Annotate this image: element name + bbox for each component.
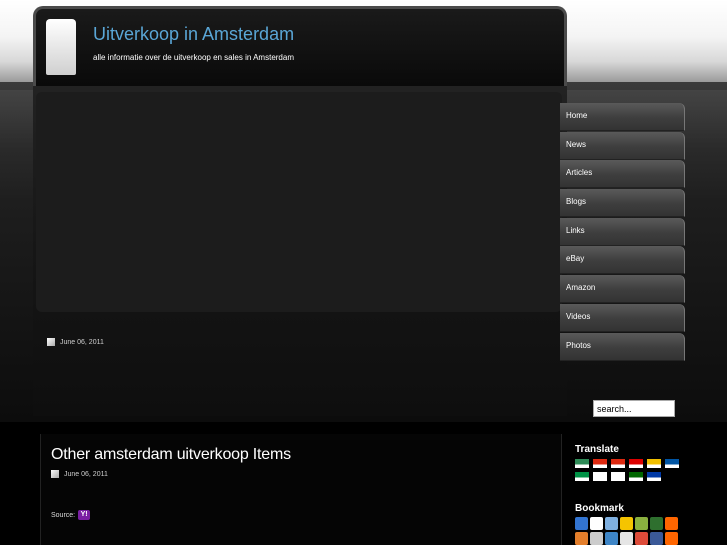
italian-flag[interactable] bbox=[575, 472, 589, 481]
calendar-icon bbox=[51, 470, 59, 478]
blinklist-icon[interactable] bbox=[605, 532, 618, 545]
search-input[interactable] bbox=[593, 400, 675, 417]
post-date: June 06, 2011 bbox=[51, 470, 108, 478]
nav-item-amazon[interactable]: Amazon bbox=[560, 275, 685, 304]
japanese-flag[interactable] bbox=[593, 472, 607, 481]
wikio-icon[interactable] bbox=[620, 517, 633, 530]
magnolia-icon[interactable] bbox=[665, 532, 678, 545]
featured-date-text: June 06, 2011 bbox=[60, 338, 104, 346]
spurl-icon[interactable] bbox=[620, 532, 633, 545]
chinese-traditional-flag[interactable] bbox=[611, 459, 625, 468]
site-description: alle informatie over de uitverkoop en sa… bbox=[93, 53, 294, 62]
portuguese-flag[interactable] bbox=[629, 472, 643, 481]
nav-item-videos[interactable]: Videos bbox=[560, 303, 685, 332]
bookmark-icons bbox=[575, 517, 690, 545]
digg-icon[interactable] bbox=[590, 517, 603, 530]
google-icon[interactable] bbox=[635, 532, 648, 545]
post-title[interactable]: Other amsterdam uitverkoop Items bbox=[51, 446, 291, 464]
facebook-icon[interactable] bbox=[650, 532, 663, 545]
nav-item-home[interactable]: Home bbox=[560, 103, 685, 131]
french-flag[interactable] bbox=[665, 459, 679, 468]
furl-icon[interactable] bbox=[590, 532, 603, 545]
spanish-flag[interactable] bbox=[647, 459, 661, 468]
arabic-flag[interactable] bbox=[575, 459, 589, 468]
korean-flag[interactable] bbox=[611, 472, 625, 481]
nav-item-photos[interactable]: Photos bbox=[560, 332, 685, 361]
nav-item-articles[interactable]: Articles bbox=[560, 160, 685, 189]
nav-item-ebay[interactable]: eBay bbox=[560, 246, 685, 275]
nav-item-links[interactable]: Links bbox=[560, 217, 685, 246]
calendar-icon bbox=[47, 338, 55, 346]
delicious-icon[interactable] bbox=[575, 517, 588, 530]
russian-flag[interactable] bbox=[647, 472, 661, 481]
nav-item-blogs[interactable]: Blogs bbox=[560, 189, 685, 218]
logo-placeholder bbox=[46, 19, 76, 75]
featured-date: June 06, 2011 bbox=[47, 338, 104, 346]
featured-content-area bbox=[36, 92, 562, 312]
chinese-flag[interactable] bbox=[593, 459, 607, 468]
bookmark-heading: Bookmark bbox=[575, 503, 624, 514]
blogmarks-icon[interactable] bbox=[605, 517, 618, 530]
source-label: Source: bbox=[51, 511, 76, 519]
site-title[interactable]: Uitverkoop in Amsterdam bbox=[93, 24, 294, 45]
main-navigation: Home News Articles Blogs Links eBay Amaz… bbox=[560, 103, 685, 361]
stumble-icon[interactable] bbox=[635, 517, 648, 530]
site-header: Uitverkoop in Amsterdam alle informatie … bbox=[33, 6, 567, 86]
post-date-text: June 06, 2011 bbox=[64, 470, 108, 478]
yahoo-icon[interactable]: Y! bbox=[78, 510, 91, 520]
newsvine-icon[interactable] bbox=[650, 517, 663, 530]
translate-heading: Translate bbox=[575, 444, 619, 455]
reddit-icon[interactable] bbox=[665, 517, 678, 530]
technorati-icon[interactable] bbox=[575, 532, 588, 545]
translate-flags bbox=[575, 459, 679, 481]
nav-item-news[interactable]: News bbox=[560, 131, 685, 160]
german-flag[interactable] bbox=[629, 459, 643, 468]
post-source: Source: Y! bbox=[51, 510, 91, 520]
